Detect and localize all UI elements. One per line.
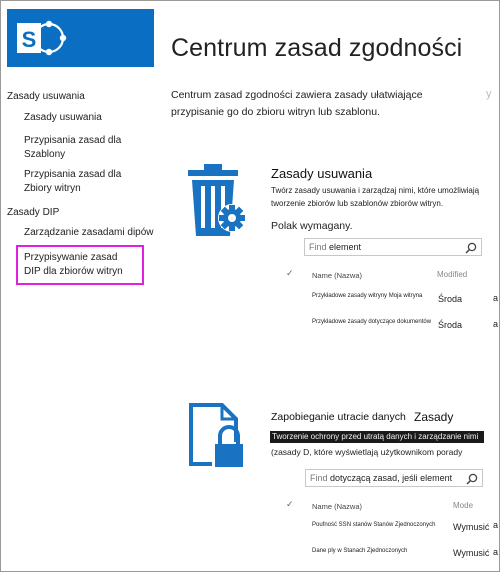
table-row-clipped: a [493,520,499,530]
nav-item-template-assignments[interactable]: Przypisania zasad dla Szablony [24,134,121,162]
sharepoint-logo-icon: S [17,20,67,56]
table-row-name[interactable]: Przykładowe zasady dotyczące dokumentów [312,319,431,325]
nav-group-dlp[interactable]: Zasady DIP [7,206,59,220]
table-row-clipped: a [493,547,499,557]
column-header-mode[interactable]: Mode [453,501,473,510]
section-retention-description: Twórz zasady usuwania i zarządzaj nimi, … [271,186,480,208]
required-note: Polak wymagany. [271,220,353,232]
nav-item-label: Przypisania zasad dla [24,169,122,180]
column-header-modified[interactable]: Modified [437,270,467,279]
nav-item-manage-dlp[interactable]: Zarządzanie zasadami dipów [24,226,154,240]
search-icon[interactable] [466,472,478,490]
search-query: dotyczącą zasad, jeśli element [330,473,453,483]
table-row-name[interactable]: Dane ply w Stanach Zjednoczonych [312,548,407,554]
search-icon[interactable] [465,241,477,259]
nav-item-retention-policies[interactable]: Zasady usuwania [24,111,102,125]
nav-item-assign-dlp[interactable]: Przypisywanie zasad DIP dla zbiorów witr… [24,251,123,279]
retention-search-input[interactable]: Find element [304,238,482,256]
column-header-name[interactable]: Name (Nazwa) [312,271,362,280]
clipped-text: y [486,88,492,100]
select-all-checkbox[interactable]: ✓ [286,499,294,510]
search-query: element [329,242,362,252]
section-retention-title: Zasady usuwania [271,166,373,181]
dlp-search-input[interactable]: Find dotyczącą zasad, jeśli element [305,469,483,487]
section-dlp-title: Zapobieganie utracie danych [271,411,406,423]
svg-text:S: S [22,27,37,52]
table-row-name[interactable]: Poufność SSN stanów Stanów Zjednoczonych [312,522,435,528]
search-find-label: Find element [309,242,362,252]
sharepoint-logo[interactable]: S [7,9,154,67]
table-row-clipped: a [493,293,499,303]
section-dlp-description: (zasady D, które wyświetlają użytkowniko… [271,447,463,457]
nav-group-retention[interactable]: Zasady usuwania [7,90,85,104]
table-row-name[interactable]: Przykładowe zasady witryny Moja witryna [312,293,422,299]
table-row-clipped: a [493,319,499,329]
page-title: Centrum zasad zgodności [171,34,463,62]
nav-item-label: Przypisania zasad dla [24,135,122,146]
search-find-label: Find dotyczącą zasad, jeśli element [310,473,453,483]
nav-item-label-line2: Zbiory witryn [24,183,81,194]
section-dlp-title-suffix: Zasady [414,410,454,424]
document-lock-icon [188,402,248,475]
page-description: Centrum zasad zgodności zawiera zasady u… [171,89,423,118]
table-row-modified: Środa [438,294,463,304]
table-row-mode: Wymusić [453,548,490,558]
nav-item-label-line2: DIP dla zbiorów witryn [24,266,123,277]
table-row-modified: Środa [438,320,463,330]
nav-item-label-line2: Szablony [24,149,66,160]
select-all-checkbox[interactable]: ✓ [286,268,294,279]
recycle-bin-gear-icon [184,162,248,247]
table-row-mode: Wymusić [453,522,490,532]
column-header-name[interactable]: Name (Nazwa) [312,502,362,511]
dlp-highlight-line: Tworzenie ochrony przed utratą danych i … [270,431,484,443]
nav-item-label: Przypisywanie zasad [24,252,118,263]
nav-item-site-collection-assignments[interactable]: Przypisania zasad dla Zbiory witryn [24,168,121,196]
